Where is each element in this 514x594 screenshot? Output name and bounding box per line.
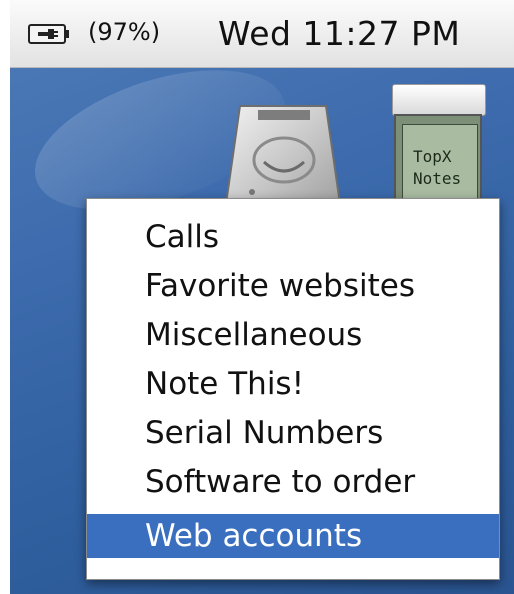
menu-item-label: Web accounts [145, 518, 363, 554]
widget-title-line1: TopX [413, 147, 452, 166]
battery-plug-icon[interactable] [28, 23, 72, 45]
notes-dropdown-menu: Calls Favorite websites Miscellaneous No… [86, 198, 500, 580]
menu-bar-clock[interactable]: Wed 11:27 PM [218, 14, 460, 53]
widget-header [392, 84, 486, 116]
menu-item-favorite-websites[interactable]: Favorite websites [87, 264, 499, 308]
menu-item-miscellaneous[interactable]: Miscellaneous [87, 313, 499, 357]
menu-item-label: Software to order [145, 464, 416, 500]
menu-item-label: Miscellaneous [145, 317, 363, 353]
menu-item-label: Favorite websites [145, 268, 415, 304]
menu-item-web-accounts[interactable]: Web accounts [87, 514, 499, 558]
menu-item-label: Calls [145, 219, 220, 255]
menu-item-calls[interactable]: Calls [87, 215, 499, 259]
menu-item-label: Note This! [145, 366, 305, 402]
menu-item-note-this[interactable]: Note This! [87, 362, 499, 406]
menu-item-serial-numbers[interactable]: Serial Numbers [87, 411, 499, 455]
menu-item-software-to-order[interactable]: Software to order [87, 460, 499, 504]
widget-title-line2: Notes [413, 169, 462, 188]
battery-percentage[interactable]: (97%) [88, 18, 160, 46]
menu-bar: (97%) Wed 11:27 PM [10, 0, 514, 68]
menu-item-label: Serial Numbers [145, 415, 384, 451]
